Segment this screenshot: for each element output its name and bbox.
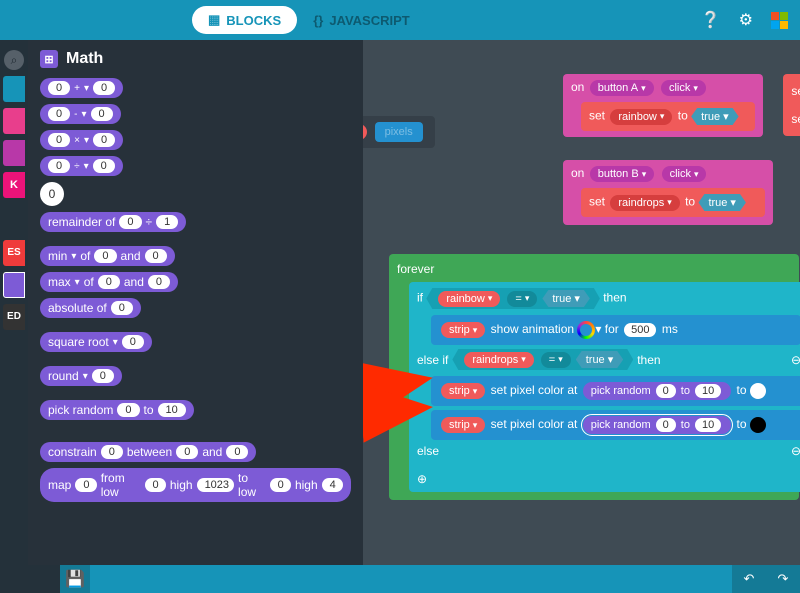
math-flyout: ⊞ Math 0+▾0 0-▾0 0×▾0 0÷▾0 0 remainder o… (28, 40, 363, 565)
microsoft-logo-icon[interactable] (771, 12, 788, 29)
sidebar-tab-2[interactable] (3, 108, 25, 134)
forever-label: forever (397, 262, 799, 276)
tab-javascript[interactable]: {} JAVASCRIPT (297, 6, 426, 34)
sidebar-tab-es[interactable]: ES (3, 240, 25, 266)
rainbow-icon[interactable] (577, 321, 595, 339)
blocks-icon: ▦ (208, 12, 220, 28)
js-icon: {} (313, 13, 323, 28)
max-block[interactable]: max▾ of 0 and 0 (40, 272, 178, 292)
on-button-b-block[interactable]: on button B▾ click▾ set raindrops▾ to tr… (563, 160, 773, 225)
undo-button[interactable]: ↶ (732, 565, 766, 593)
sidebar-tab-ed[interactable]: ED (3, 304, 25, 330)
save-icon: 💾 (65, 569, 85, 589)
search-icon[interactable]: ⌕ (4, 50, 24, 70)
min-block[interactable]: min▾ of 0 and 0 (40, 246, 175, 266)
set-pixel-2-block[interactable]: strip▾ set pixel color at pick random 0 … (431, 410, 800, 440)
tab-group: ▦ BLOCKS {} JAVASCRIPT (192, 6, 426, 34)
op-minus-block[interactable]: 0-▾0 (40, 104, 121, 124)
undo-icon: ↶ (744, 571, 755, 587)
minus-icon-2[interactable]: ⊖ (791, 444, 800, 458)
absolute-block[interactable]: absolute of 0 (40, 298, 141, 318)
gear-icon[interactable]: ⚙ (739, 10, 753, 30)
set-pixel-1-block[interactable]: strip▾ set pixel color at pick random 0 … (431, 376, 800, 406)
round-block[interactable]: round▾ 0 (40, 366, 122, 386)
faded-create-strip-block: create strip on A1▾ with num_leds▾ pixel… (363, 116, 435, 148)
workspace[interactable]: to 168 create strip on A1▾ with num_leds… (363, 40, 800, 565)
bottombar: 💾 ↶ ↷ (0, 565, 800, 593)
flyout-title: Math (66, 50, 103, 68)
op-div-block[interactable]: 0÷▾0 (40, 156, 123, 176)
sidebar: ⌕ K ES ED (0, 40, 28, 565)
tab-blocks-label: BLOCKS (226, 13, 281, 28)
sidebar-tab-1[interactable] (3, 76, 25, 102)
set-raindrops-block[interactable]: set raindrops▾ to true▾ (581, 188, 765, 217)
zero-block[interactable]: 0 (40, 182, 64, 206)
map-block[interactable]: map 0 from low 0 high 1023 to low 0 high… (40, 468, 351, 502)
forever-block[interactable]: forever if rainbow▾ =▾ true▾ then strip▾… (389, 254, 799, 500)
redo-button[interactable]: ↷ (766, 565, 800, 593)
show-animation-block[interactable]: strip▾ show animation ▾ for 500 ms (431, 315, 800, 345)
set-rainbow-block[interactable]: set rainbow▾ to true▾ (581, 102, 755, 131)
op-plus-block[interactable]: 0+▾0 (40, 78, 123, 98)
on-button-a-block[interactable]: on button A▾ click▾ set rainbow▾ to true… (563, 74, 763, 137)
tab-blocks[interactable]: ▦ BLOCKS (192, 6, 297, 34)
sidebar-tab-k[interactable]: K (3, 172, 25, 198)
redo-icon: ↷ (778, 571, 789, 587)
constrain-block[interactable]: constrain 0 between 0 and 0 (40, 442, 256, 462)
sidebar-tab-math[interactable] (3, 272, 25, 298)
minus-icon[interactable]: ⊖ (791, 353, 800, 367)
calculator-icon: ⊞ (40, 50, 58, 68)
remainder-block[interactable]: remainder of 0 ÷ 1 (40, 212, 186, 232)
flyout-header: ⊞ Math (40, 50, 351, 68)
topbar-right: ❔ ⚙ (701, 10, 788, 30)
plus-icon[interactable]: ⊕ (417, 472, 800, 486)
pick-random-block[interactable]: pick random 0 to 10 (40, 400, 194, 420)
color-black-icon[interactable] (750, 417, 766, 433)
sidebar-tab-3[interactable] (3, 140, 25, 166)
tab-js-label: JAVASCRIPT (329, 13, 409, 28)
color-white-icon[interactable] (750, 383, 766, 399)
if-block[interactable]: if rainbow▾ =▾ true▾ then strip▾ show an… (409, 282, 800, 492)
save-button[interactable]: 💾 (60, 565, 90, 593)
op-times-block[interactable]: 0×▾0 (40, 130, 123, 150)
main: ⌕ K ES ED ⊞ Math 0+▾0 0-▾0 0×▾0 0÷▾0 0 r… (0, 40, 800, 565)
bottombar-left (0, 565, 60, 593)
sqrt-block[interactable]: square root▾ 0 (40, 332, 152, 352)
set-partial-block[interactable]: se se (783, 74, 800, 136)
help-icon[interactable]: ❔ (701, 10, 721, 30)
topbar: ▦ BLOCKS {} JAVASCRIPT ❔ ⚙ (0, 0, 800, 40)
